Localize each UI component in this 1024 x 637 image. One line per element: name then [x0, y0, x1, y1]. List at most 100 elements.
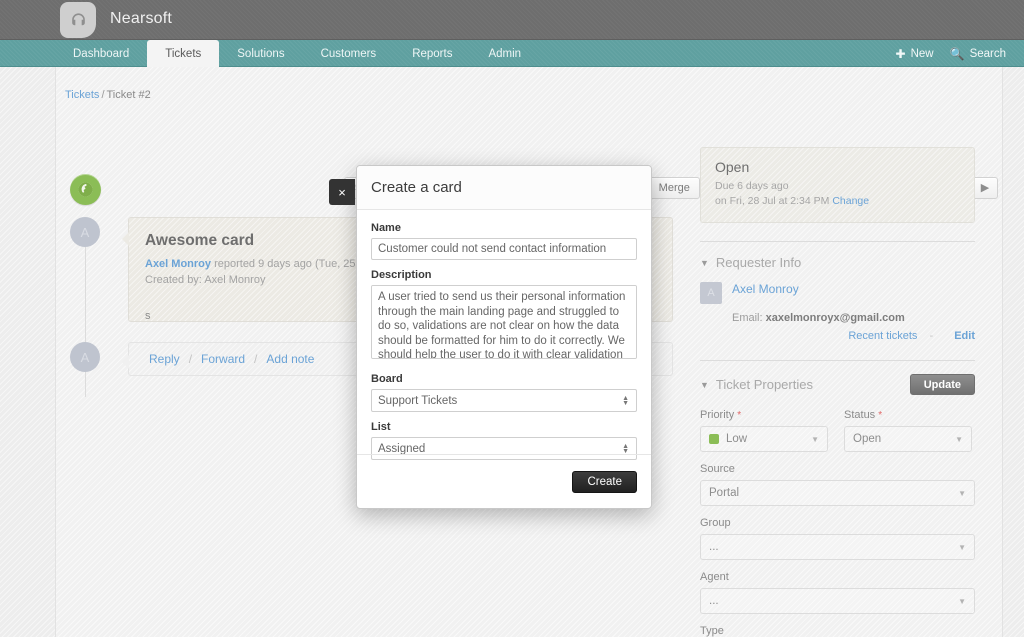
breadcrumb-current: Ticket #2	[106, 89, 151, 101]
modal-body: Name Description A user tried to send us…	[357, 210, 651, 460]
priority-select[interactable]: Low ▼	[700, 426, 828, 452]
email-label: Email:	[732, 312, 763, 324]
change-due-link[interactable]: Change	[832, 195, 869, 207]
group-select[interactable]: ... ▼	[700, 534, 975, 560]
card-list-value: Assigned	[378, 442, 426, 455]
priority-label-row: Priority *	[700, 409, 828, 421]
chevron-down-icon: ▼	[958, 488, 966, 498]
status-date: on Fri, 28 Jul at 2:34 PM	[715, 195, 830, 207]
source-value: Portal	[709, 487, 740, 499]
chevron-down-icon: ▼	[955, 434, 963, 444]
action-separator: /	[188, 352, 193, 366]
required-marker: *	[878, 410, 883, 421]
agent-label: Agent	[700, 571, 729, 583]
modal-header: Create a card	[357, 166, 651, 210]
agent-select[interactable]: ... ▼	[700, 588, 975, 614]
group-value: ...	[709, 541, 719, 553]
priority-label: Priority	[700, 409, 735, 421]
app-root: Nearsoft Dashboard Tickets Solutions Cus…	[0, 0, 1024, 637]
inline-forward-link[interactable]: Forward	[201, 352, 245, 366]
card-description-textarea[interactable]: A user tried to send us their personal i…	[371, 285, 637, 359]
card-board-select[interactable]: Support Tickets ▲ ▼	[371, 389, 637, 412]
chevron-down-icon: ▼	[958, 596, 966, 606]
card-description-group: Description A user tried to send us thei…	[371, 269, 637, 364]
close-icon[interactable]: ×	[329, 179, 355, 205]
caret-down-icon: ▼	[700, 379, 709, 390]
card-name-label: Name	[371, 222, 401, 234]
search-button-label: Search	[969, 47, 1006, 60]
chevron-down-icon: ▼	[958, 542, 966, 552]
new-button[interactable]: ✚ New	[896, 48, 934, 60]
update-button[interactable]: Update	[909, 374, 975, 395]
ticket-sidebar: Open Due 6 days ago on Fri, 28 Jul at 2:…	[700, 147, 975, 637]
search-icon: 🔍	[949, 46, 965, 61]
ticket-author-link[interactable]: Axel Monroy	[145, 258, 211, 270]
nav-item-customers[interactable]: Customers	[303, 40, 395, 67]
create-card-modal: Create a card Name Description A user tr…	[356, 165, 652, 509]
status-field: Status * Open ▼	[844, 409, 972, 452]
plus-icon: ✚	[895, 46, 906, 61]
card-board-group: Board Support Tickets ▲ ▼	[371, 373, 637, 412]
next-ticket-button[interactable]: ▶	[972, 177, 998, 199]
avatar: A	[700, 282, 722, 304]
ticket-reported-text: reported 9 days ago (Tue, 25	[214, 258, 356, 270]
priority-field: Priority * Low ▼	[700, 409, 828, 452]
chevron-down-icon: ▼	[811, 434, 819, 444]
properties-section-title: Ticket Properties	[715, 377, 813, 392]
card-name-group: Name	[371, 222, 637, 260]
breadcrumb-separator: /	[101, 89, 105, 101]
action-separator: /	[254, 352, 258, 366]
nav-item-dashboard[interactable]: Dashboard	[55, 40, 147, 67]
main-navbar: Dashboard Tickets Solutions Customers Re…	[0, 40, 1024, 67]
status-panel: Open Due 6 days ago on Fri, 28 Jul at 2:…	[700, 147, 975, 223]
breadcrumb: Tickets / Ticket #2	[65, 89, 151, 101]
nav-item-reports[interactable]: Reports	[394, 40, 470, 67]
requester-row: A Axel Monroy	[700, 282, 975, 304]
properties-section-header[interactable]: ▼ Ticket Properties Update	[700, 360, 975, 395]
requester-links: Recent tickets - Edit	[700, 330, 975, 342]
headset-icon	[60, 2, 96, 38]
edit-requester-link[interactable]: Edit	[954, 330, 975, 342]
card-description-label: Description	[371, 269, 432, 281]
link-separator: -	[929, 330, 934, 342]
requester-section-header[interactable]: ▼ Requester Info	[700, 241, 975, 270]
inline-reply-link[interactable]: Reply	[149, 352, 180, 366]
card-board-label: Board	[371, 373, 403, 385]
chevron-right-icon: ▶	[980, 181, 990, 194]
caret-down-icon: ▼	[700, 257, 709, 268]
inline-add-note-link[interactable]: Add note	[266, 352, 314, 366]
search-button[interactable]: 🔍 Search	[950, 48, 1006, 60]
source-select[interactable]: Portal ▼	[700, 480, 975, 506]
new-button-label: New	[910, 47, 934, 60]
status-label-row: Status *	[844, 409, 972, 421]
status-label: Status	[844, 409, 876, 421]
create-button[interactable]: Create	[572, 470, 637, 493]
priority-color-swatch	[709, 434, 719, 444]
card-name-input[interactable]	[371, 238, 637, 260]
recent-tickets-link[interactable]: Recent tickets	[848, 330, 917, 342]
status-badge: Open	[715, 159, 750, 175]
requester-email-row: Email: xaxelmonroyx@gmail.com	[732, 312, 975, 324]
breadcrumb-tickets-link[interactable]: Tickets	[65, 89, 99, 101]
nav-item-admin[interactable]: Admin	[470, 40, 539, 67]
modal-footer: Create	[357, 454, 651, 508]
avatar: A	[70, 342, 100, 372]
globe-icon	[70, 174, 101, 205]
requester-name-link[interactable]: Axel Monroy	[732, 282, 799, 304]
stepper-icon: ▲ ▼	[622, 442, 629, 455]
card-board-value: Support Tickets	[378, 394, 458, 407]
modal-title: Create a card	[371, 179, 462, 196]
requester-email: xaxelmonroyx@gmail.com	[765, 312, 905, 324]
status-value: Open	[853, 433, 882, 445]
required-marker: *	[737, 410, 742, 421]
type-label: Type	[700, 625, 724, 637]
nav-item-solutions[interactable]: Solutions	[219, 40, 302, 67]
status-select[interactable]: Open ▼	[844, 426, 972, 452]
nav-item-tickets[interactable]: Tickets	[147, 40, 220, 67]
brand-name: Nearsoft	[110, 10, 173, 27]
status-date-row: on Fri, 28 Jul at 2:34 PM Change	[715, 194, 960, 209]
agent-value: ...	[709, 595, 719, 607]
type-field: Type ... ▼	[700, 625, 975, 637]
thread-connector	[85, 247, 86, 397]
merge-button[interactable]: Merge	[648, 177, 700, 199]
